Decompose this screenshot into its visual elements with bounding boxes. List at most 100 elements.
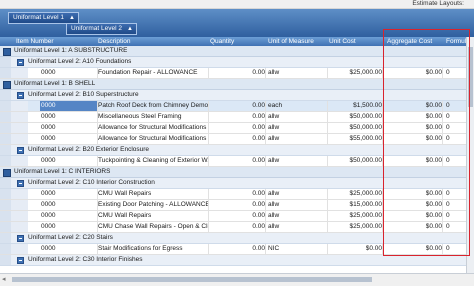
aggregate-cost-cell[interactable]: $0.00: [385, 244, 443, 254]
description-cell[interactable]: Allowance for Structural Modifications: [98, 134, 209, 144]
aggregate-cost-cell[interactable]: $0.00: [385, 211, 443, 221]
description-cell[interactable]: Foundation Repair - ALLOWANCE: [98, 68, 209, 78]
item-number-cell[interactable]: 0000: [40, 156, 98, 166]
unit-of-measure-cell[interactable]: allw: [267, 156, 328, 166]
quantity-cell[interactable]: 0.00: [212, 68, 266, 78]
table-row[interactable]: 0000 Allowance for Structural Modificatio…: [0, 134, 474, 145]
formula-cell[interactable]: 0: [445, 244, 466, 254]
quantity-cell[interactable]: 0.00: [212, 200, 266, 210]
aggregate-cost-cell[interactable]: $0.00: [385, 200, 443, 210]
table-row[interactable]: 0000 CMU Wall Repairs 0.00 allw $25,000.00 $0…: [0, 189, 474, 200]
col-header-item-number[interactable]: Item Number: [16, 38, 54, 45]
formula-cell[interactable]: 0: [445, 189, 466, 199]
formula-cell[interactable]: 0: [445, 68, 466, 78]
aggregate-cost-cell[interactable]: $0.00: [385, 123, 443, 133]
formula-cell[interactable]: 0: [445, 222, 466, 232]
vertical-scroll-thumb[interactable]: [468, 47, 473, 107]
collapse-toggle-icon[interactable]: [17, 147, 24, 154]
formula-cell[interactable]: 0: [445, 112, 466, 122]
horizontal-scroll-thumb[interactable]: [12, 277, 372, 282]
formula-cell[interactable]: 0: [445, 200, 466, 210]
unit-cost-cell[interactable]: $50,000.00: [329, 112, 383, 122]
item-number-cell[interactable]: 0000: [40, 189, 98, 199]
unit-of-measure-cell[interactable]: allw: [267, 189, 328, 199]
unit-cost-cell[interactable]: $0.00: [329, 244, 383, 254]
table-row[interactable]: 0000 Patch Roof Deck from Chimney Demo 0.0…: [0, 101, 474, 112]
col-header-aggregate-cost[interactable]: Aggregate Cost: [387, 38, 432, 45]
aggregate-cost-cell[interactable]: $0.00: [385, 156, 443, 166]
description-cell[interactable]: Patch Roof Deck from Chimney Demo: [98, 101, 209, 111]
aggregate-cost-cell[interactable]: $0.00: [385, 222, 443, 232]
unit-of-measure-cell[interactable]: allw: [267, 134, 328, 144]
aggregate-cost-cell[interactable]: $0.00: [385, 68, 443, 78]
unit-of-measure-cell[interactable]: allw: [267, 123, 328, 133]
group-row-level-1[interactable]: Uniformat Level 1: C INTERIORS: [0, 167, 474, 178]
col-header-description[interactable]: Description: [98, 38, 131, 45]
unit-cost-cell[interactable]: $25,000.00: [329, 211, 383, 221]
collapse-toggle-icon[interactable]: [17, 257, 24, 264]
quantity-cell[interactable]: 0.00: [212, 244, 266, 254]
quantity-cell[interactable]: 0.00: [212, 156, 266, 166]
description-cell[interactable]: CMU Wall Repairs: [98, 189, 209, 199]
unit-cost-cell[interactable]: $1,500.00: [329, 101, 383, 111]
item-number-cell[interactable]: 0000: [40, 200, 98, 210]
vertical-scrollbar[interactable]: [466, 37, 474, 273]
description-cell[interactable]: Tuckpointing & Cleaning of Exterior W...: [98, 156, 209, 166]
table-row[interactable]: 0000 CMU Chase Wall Repairs - Open & Clo.…: [0, 222, 474, 233]
collapse-toggle-icon[interactable]: [17, 92, 24, 99]
table-row[interactable]: 0000 Allowance for Structural Modificatio…: [0, 123, 474, 134]
unit-cost-cell[interactable]: $50,000.00: [329, 156, 383, 166]
quantity-cell[interactable]: 0.00: [212, 101, 266, 111]
aggregate-cost-cell[interactable]: $0.00: [385, 189, 443, 199]
formula-cell[interactable]: 0: [445, 101, 466, 111]
group-row-level-2[interactable]: Uniformat Level 2: C10 Interior Construc…: [0, 178, 474, 189]
group-row-level-2[interactable]: Uniformat Level 2: B20 Exterior Enclosur…: [0, 145, 474, 156]
formula-cell[interactable]: 0: [445, 211, 466, 221]
unit-cost-cell[interactable]: $55,000.00: [329, 134, 383, 144]
aggregate-cost-cell[interactable]: $0.00: [385, 112, 443, 122]
formula-cell[interactable]: 0: [445, 156, 466, 166]
table-row[interactable]: 0000 Foundation Repair - ALLOWANCE 0.00 all…: [0, 68, 474, 79]
table-row[interactable]: 0000 Existing Door Patching - ALLOWANCE 0.…: [0, 200, 474, 211]
formula-cell[interactable]: 0: [445, 123, 466, 133]
description-cell[interactable]: Stair Modifications for Egress: [98, 244, 209, 254]
item-number-cell[interactable]: 0000: [40, 244, 98, 254]
item-number-cell[interactable]: 0000: [40, 211, 98, 221]
unit-of-measure-cell[interactable]: allw: [267, 68, 328, 78]
unit-cost-cell[interactable]: $15,000.00: [329, 200, 383, 210]
unit-of-measure-cell[interactable]: allw: [267, 222, 328, 232]
group-chip-uniformat-level-2[interactable]: Uniformat Level 2 ▲: [66, 23, 137, 35]
item-number-cell[interactable]: 0000: [40, 101, 98, 111]
unit-of-measure-cell[interactable]: allw: [267, 211, 328, 221]
description-cell[interactable]: CMU Chase Wall Repairs - Open & Clo...: [98, 222, 209, 232]
description-cell[interactable]: Miscellaneous Steel Framing: [98, 112, 209, 122]
scroll-left-icon[interactable]: ◂: [2, 275, 6, 283]
table-row[interactable]: 0000 Tuckpointing & Cleaning of Exterior …: [0, 156, 474, 167]
group-row-level-2[interactable]: Uniformat Level 2: A10 Foundations: [0, 57, 474, 68]
group-row-level-1[interactable]: Uniformat Level 1: A SUBSTRUCTURE: [0, 46, 474, 57]
collapse-toggle-icon[interactable]: [17, 235, 24, 242]
item-number-cell[interactable]: 0000: [40, 222, 98, 232]
quantity-cell[interactable]: 0.00: [212, 211, 266, 221]
item-number-cell[interactable]: 0000: [40, 68, 98, 78]
unit-cost-cell[interactable]: $25,000.00: [329, 68, 383, 78]
col-header-quantity[interactable]: Quantity: [210, 38, 234, 45]
quantity-cell[interactable]: 0.00: [212, 123, 266, 133]
unit-cost-cell[interactable]: $50,000.00: [329, 123, 383, 133]
unit-of-measure-cell[interactable]: allw: [267, 112, 328, 122]
formula-cell[interactable]: 0: [445, 134, 466, 144]
aggregate-cost-cell[interactable]: $0.00: [385, 101, 443, 111]
description-cell[interactable]: Existing Door Patching - ALLOWANCE: [98, 200, 209, 210]
group-row-level-2[interactable]: Uniformat Level 2: C20 Stairs: [0, 233, 474, 244]
aggregate-cost-cell[interactable]: $0.00: [385, 134, 443, 144]
item-number-cell[interactable]: 0000: [40, 134, 98, 144]
description-cell[interactable]: Allowance for Structural Modifications: [98, 123, 209, 133]
unit-cost-cell[interactable]: $25,000.00: [329, 189, 383, 199]
unit-of-measure-cell[interactable]: NIC: [267, 244, 328, 254]
quantity-cell[interactable]: 0.00: [212, 112, 266, 122]
collapse-toggle-icon[interactable]: [17, 59, 24, 66]
group-row-level-2[interactable]: Uniformat Level 2: B10 Superstructure: [0, 90, 474, 101]
description-cell[interactable]: CMU Wall Repairs: [98, 211, 209, 221]
table-row[interactable]: 0000 Miscellaneous Steel Framing 0.00 allw $…: [0, 112, 474, 123]
table-row[interactable]: 0000 Stair Modifications for Egress 0.00 NI…: [0, 244, 474, 255]
